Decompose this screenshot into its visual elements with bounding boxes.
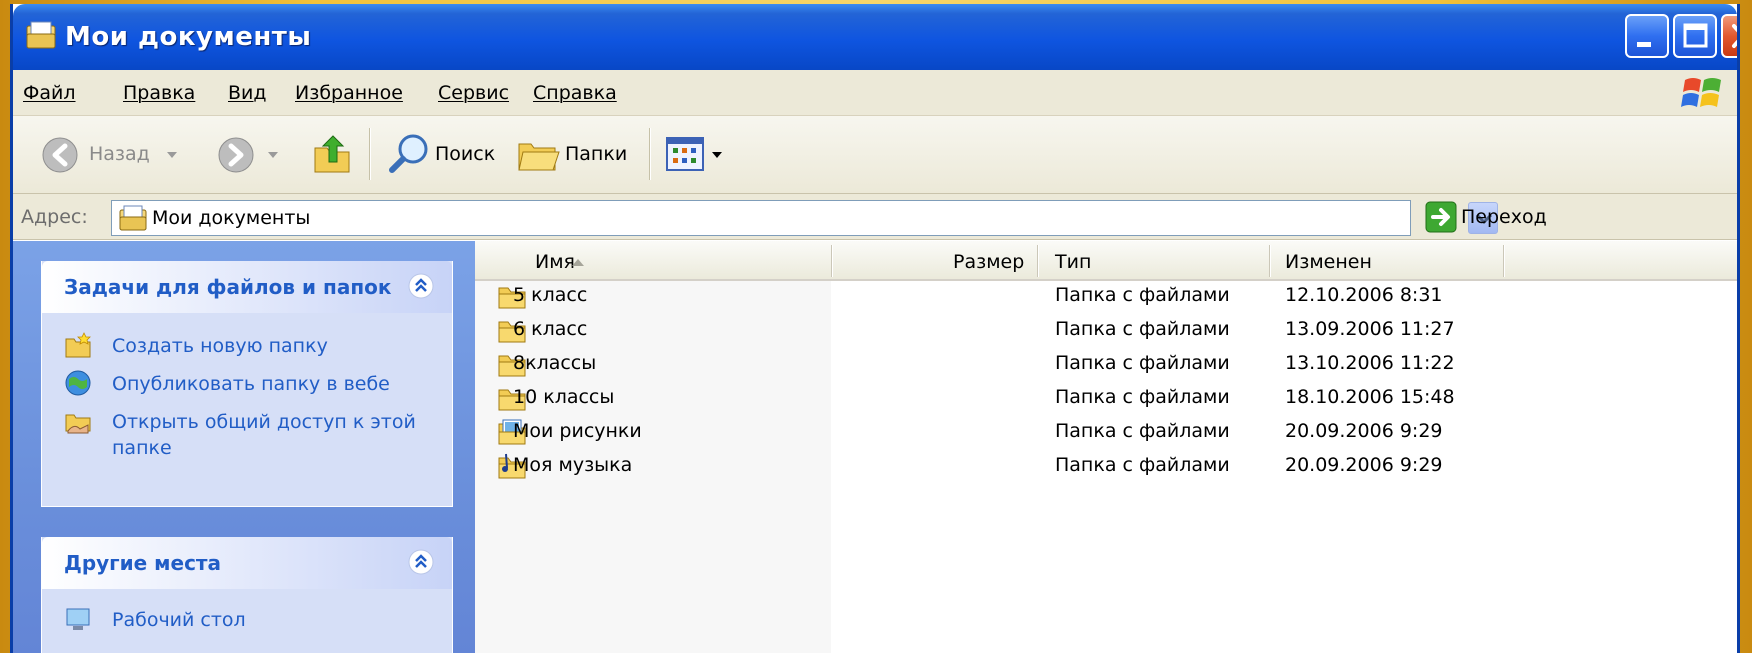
file-type: Папка с файлами bbox=[1055, 386, 1230, 408]
file-list-header: Имя Размер Тип Изменен bbox=[475, 241, 1737, 281]
new-folder-icon bbox=[65, 332, 91, 358]
views-icon bbox=[666, 137, 704, 171]
column-type[interactable]: Тип bbox=[1055, 251, 1091, 273]
file-row[interactable]: 10 классы Папка с файлами 18.10.2006 15:… bbox=[475, 382, 1737, 416]
back-dropdown-icon bbox=[167, 152, 177, 158]
collapse-icon[interactable] bbox=[408, 549, 434, 575]
file-tasks-title: Задачи для файлов и папок bbox=[64, 275, 392, 299]
file-row[interactable]: 5 класс Папка с файлами 12.10.2006 8:31 bbox=[475, 280, 1737, 314]
file-tasks-header[interactable]: Задачи для файлов и папок bbox=[42, 261, 452, 313]
file-row[interactable]: Мои рисунки Папка с файлами 20.09.2006 9… bbox=[475, 416, 1737, 450]
menu-bar: Файл Правка Вид Избранное Сервис Справка bbox=[13, 70, 1737, 116]
file-name: 6 класс bbox=[513, 318, 588, 340]
share-folder-icon bbox=[65, 414, 91, 434]
windows-logo-icon bbox=[1681, 78, 1721, 107]
go-label: Переход bbox=[1461, 206, 1547, 228]
task-label: Открыть общий доступ к этой папке bbox=[112, 411, 416, 459]
folders-icon bbox=[518, 143, 560, 171]
back-label: Назад bbox=[89, 143, 150, 165]
file-type: Папка с файлами bbox=[1055, 420, 1230, 442]
window-title: Мои документы bbox=[65, 22, 312, 52]
back-arrow-icon bbox=[42, 137, 78, 173]
go-arrow-icon bbox=[1425, 201, 1457, 233]
close-button[interactable] bbox=[1721, 14, 1737, 58]
menu-file[interactable]: Файл bbox=[23, 82, 76, 104]
column-divider[interactable] bbox=[1037, 245, 1039, 277]
menu-view[interactable]: Вид bbox=[228, 82, 267, 104]
file-modified: 18.10.2006 15:48 bbox=[1285, 386, 1455, 408]
menu-favorites[interactable]: Избранное bbox=[295, 82, 403, 104]
file-row[interactable]: Моя музыка Папка с файлами 20.09.2006 9:… bbox=[475, 450, 1737, 484]
other-places-title: Другие места bbox=[64, 551, 222, 575]
file-type: Папка с файлами bbox=[1055, 318, 1230, 340]
file-type: Папка с файлами bbox=[1055, 352, 1230, 374]
file-modified: 13.09.2006 11:27 bbox=[1285, 318, 1455, 340]
address-input[interactable]: Мои документы bbox=[111, 200, 1498, 236]
search-button[interactable]: Поиск bbox=[379, 126, 509, 182]
my-documents-icon bbox=[26, 21, 56, 49]
column-modified[interactable]: Изменен bbox=[1285, 251, 1372, 273]
task-pane: Задачи для файлов и папок Создать новую … bbox=[13, 241, 475, 653]
file-name: 5 класс bbox=[513, 284, 588, 306]
search-icon bbox=[389, 134, 428, 173]
file-row[interactable]: 8классы Папка с файлами 13.10.2006 11:22 bbox=[475, 348, 1737, 382]
desktop-icon bbox=[66, 608, 90, 630]
file-modified: 20.09.2006 9:29 bbox=[1285, 420, 1443, 442]
maximize-icon bbox=[1683, 23, 1708, 48]
my-documents-icon bbox=[119, 205, 147, 231]
maximize-button[interactable] bbox=[1673, 14, 1717, 58]
other-places-panel: Другие места Рабочий стол bbox=[41, 537, 453, 653]
forward-button[interactable] bbox=[209, 126, 289, 182]
file-name: 8классы bbox=[513, 352, 597, 374]
file-modified: 20.09.2006 9:29 bbox=[1285, 454, 1443, 476]
sort-ascending-icon bbox=[572, 259, 584, 266]
folders-button[interactable]: Папки bbox=[513, 126, 635, 182]
menu-help[interactable]: Справка bbox=[533, 82, 617, 104]
file-row[interactable]: 6 класс Папка с файлами 13.09.2006 11:27 bbox=[475, 314, 1737, 348]
forward-arrow-icon bbox=[218, 137, 254, 173]
column-divider[interactable] bbox=[1269, 245, 1271, 277]
file-type: Папка с файлами bbox=[1055, 454, 1230, 476]
file-modified: 12.10.2006 8:31 bbox=[1285, 284, 1443, 306]
task-label: Создать новую папку bbox=[112, 335, 328, 357]
menu-edit[interactable]: Правка bbox=[123, 82, 195, 104]
views-dropdown-icon bbox=[712, 152, 722, 158]
folder-up-icon bbox=[314, 135, 350, 173]
place-label: Рабочий стол bbox=[112, 609, 246, 631]
explorer-window: Мои документы Файл Правка Вид Избранное … bbox=[10, 4, 1740, 653]
up-folder-button[interactable] bbox=[305, 126, 359, 182]
column-size[interactable]: Размер bbox=[953, 251, 1024, 273]
toolbar-separator bbox=[649, 128, 651, 180]
menu-tools[interactable]: Сервис bbox=[438, 82, 509, 104]
forward-dropdown-icon bbox=[268, 152, 278, 158]
toolbar-separator bbox=[369, 128, 371, 180]
address-label: Адрес: bbox=[21, 206, 88, 228]
views-button[interactable] bbox=[661, 126, 733, 182]
column-divider[interactable] bbox=[1503, 245, 1505, 277]
file-type: Папка с файлами bbox=[1055, 284, 1230, 306]
minimize-button[interactable] bbox=[1625, 14, 1669, 58]
file-name: Мои рисунки bbox=[513, 420, 642, 442]
column-name[interactable]: Имя bbox=[535, 251, 575, 273]
other-places-header[interactable]: Другие места bbox=[42, 537, 452, 589]
search-label: Поиск bbox=[435, 143, 496, 165]
file-tasks-panel: Задачи для файлов и папок Создать новую … bbox=[41, 261, 453, 507]
address-bar: Адрес: Мои документы Переход bbox=[13, 194, 1737, 240]
back-button[interactable]: Назад bbox=[21, 126, 191, 182]
publish-web-icon bbox=[65, 370, 91, 396]
task-label: Опубликовать папку в вебе bbox=[112, 373, 390, 395]
close-icon bbox=[1732, 24, 1737, 48]
folders-label: Папки bbox=[565, 143, 628, 165]
collapse-icon[interactable] bbox=[408, 273, 434, 299]
file-modified: 13.10.2006 11:22 bbox=[1285, 352, 1455, 374]
minimize-icon bbox=[1637, 42, 1651, 47]
file-name: Моя музыка bbox=[513, 454, 633, 476]
file-name: 10 классы bbox=[513, 386, 615, 408]
toolbar: Назад Поиск Папки bbox=[13, 116, 1737, 194]
address-value: Мои документы bbox=[152, 207, 311, 229]
column-divider[interactable] bbox=[831, 245, 833, 277]
